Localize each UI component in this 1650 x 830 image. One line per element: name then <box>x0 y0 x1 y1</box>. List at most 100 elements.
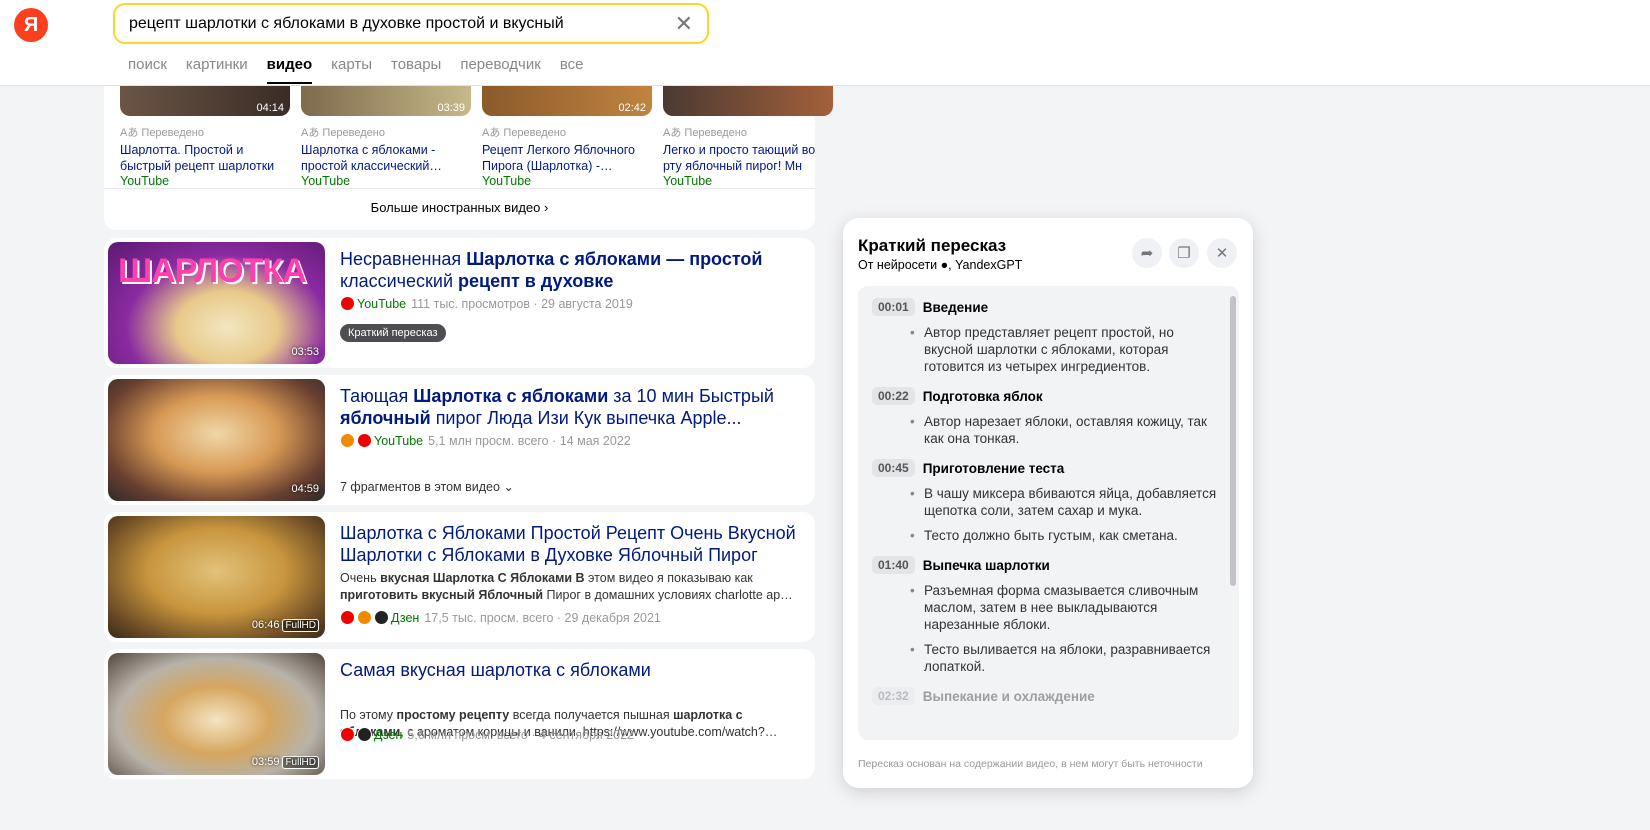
video-thumbnail[interactable]: 02:42 <box>482 86 652 116</box>
video-thumbnail[interactable]: 03:59 FullHD <box>108 653 325 775</box>
video-title[interactable]: Шарлотта. Простой и быстрый рецепт шарло… <box>120 142 290 174</box>
timestamp-button[interactable]: 00:22 <box>872 387 915 405</box>
foreign-video-item[interactable]: 04:14 Aあ Переведено Шарлотта. Простой и бы… <box>120 86 290 188</box>
divider <box>104 188 815 189</box>
result-source[interactable]: Дзен <box>374 728 402 742</box>
tab-0[interactable]: поиск <box>128 56 167 84</box>
text-part: всегда получается пышная <box>509 708 674 722</box>
result-title[interactable]: Самая вкусная шарлотка с яблоками <box>340 659 800 681</box>
text-part: По этому <box>340 708 397 722</box>
translate-icon: Aあ <box>120 127 142 139</box>
channel-icon <box>374 610 389 625</box>
summary-bullet: Тесто должно быть густым, как сметана. <box>910 527 1225 544</box>
translated-text: Переведено <box>684 127 747 139</box>
youtube-icon <box>340 296 355 311</box>
result-source[interactable]: YouTube <box>357 297 406 311</box>
summary-bullet: В чашу миксера вбиваются яйца, добавляет… <box>910 485 1225 519</box>
foreign-video-item[interactable]: 03:39 Aあ Переведено Шарлотка с яблоками - … <box>301 86 471 188</box>
video-thumbnail[interactable] <box>663 86 833 116</box>
text-part: этом видео я показываю как <box>584 571 753 585</box>
foreign-videos-card: Больше иностранных видео › 04:14 Aあ Перев… <box>104 70 833 230</box>
video-thumbnail[interactable]: 04:14 <box>120 86 290 116</box>
video-source: YouTube <box>301 174 351 188</box>
section-title: Выпечка шарлотки <box>922 557 1050 573</box>
close-icon[interactable]: ✕ <box>1207 238 1237 268</box>
video-duration: 04:14 <box>256 102 284 114</box>
section-header: 00:22 Подготовка яблок <box>872 387 1225 405</box>
video-title[interactable]: Легко и просто тающий во рту яблочный пи… <box>663 142 833 174</box>
tab-4[interactable]: товары <box>391 56 441 84</box>
text-part: Пирог в домашних условиях charlotte ap… <box>543 588 793 602</box>
search-tabs: поиск картинки видео карты товары переводчик в… <box>128 56 583 84</box>
youtube-icon <box>340 433 355 448</box>
video-source: YouTube <box>482 174 532 188</box>
timestamp-button[interactable]: 02:32 <box>872 687 915 705</box>
video-title[interactable]: Рецепт Легкого Яблочного Пирога (Шарлотк… <box>482 142 652 174</box>
thumbnail-art: ШАРЛОТКА <box>118 252 307 290</box>
result-source[interactable]: YouTube <box>374 434 423 448</box>
summary-content: 00:01 Введение Автор представляет рецепт п… <box>858 286 1239 740</box>
channel-icon <box>340 727 355 742</box>
summary-button[interactable]: Краткий пересказ <box>340 324 446 342</box>
timestamp-button[interactable]: 00:01 <box>872 298 915 316</box>
highlight: приготовить вкусный Яблочный <box>340 588 544 602</box>
fragments-toggle[interactable]: 7 фрагментов в этом видео ⌄ <box>340 479 514 494</box>
timestamp-button[interactable]: 00:45 <box>872 459 915 477</box>
summary-section: 02:32 Выпекание и охлаждение <box>858 687 1239 705</box>
result-title[interactable]: Шарлотка с Яблоками Простой Рецепт Очень… <box>340 522 800 566</box>
section-title: Выпекание и охлаждение <box>922 688 1095 704</box>
summary-title: Краткий пересказ <box>858 236 1007 255</box>
result-meta: Дзен 5,6 млн просм. всего · 4 сентября 20… <box>340 727 634 742</box>
video-duration-badge: 03:59 FullHD <box>252 756 319 769</box>
text-part: Очень <box>340 571 381 585</box>
timestamp-button[interactable]: 01:40 <box>872 556 915 574</box>
video-thumbnail[interactable]: 03:39 <box>301 86 471 116</box>
translated-text: Переведено <box>503 127 566 139</box>
share-icon[interactable]: ➦ <box>1132 238 1162 268</box>
copy-icon[interactable]: ❐ <box>1169 238 1199 268</box>
yandex-logo[interactable]: Я <box>14 8 48 42</box>
foreign-video-item[interactable]: Aあ Переведено Легко и просто тающий во рт… <box>663 86 833 188</box>
video-thumbnail[interactable]: 06:46 FullHD <box>108 516 325 638</box>
summary-section: 00:22 Подготовка яблок Автор нарезает ябло… <box>858 387 1239 447</box>
section-title: Приготовление теста <box>922 460 1065 476</box>
search-result: 06:46 FullHD Шарлотка с Яблоками Простой Р… <box>104 512 815 642</box>
highlight: Шарлотка с яблоками — простой <box>466 249 763 269</box>
text-part: за 10 мин Быстрый <box>608 386 774 406</box>
text-part: пирог Люда Изи Кук выпечка Apple... <box>430 408 742 428</box>
more-foreign-videos-link[interactable]: Больше иностранных видео › <box>104 200 815 215</box>
summary-bullet: Тесто выливается на яблоки, разравнивает… <box>910 641 1225 675</box>
result-snippet: Очень вкусная Шарлотка С Яблоками В этом… <box>340 570 800 604</box>
translated-label: Aあ Переведено <box>663 124 833 140</box>
summary-bullet: Разъемная форма смазывается сливочным ма… <box>910 582 1225 633</box>
tab-6[interactable]: все <box>560 56 584 84</box>
clear-icon[interactable]: ✕ <box>675 11 693 37</box>
search-input[interactable] <box>129 14 675 33</box>
tab-3[interactable]: карты <box>331 56 372 84</box>
text-part: Тающая <box>340 386 414 406</box>
tab-2[interactable]: видео <box>266 56 313 84</box>
channel-icon <box>357 610 372 625</box>
video-title[interactable]: Шарлотка с яблоками - простой классическ… <box>301 142 471 174</box>
tab-1[interactable]: картинки <box>186 56 248 84</box>
video-thumbnail[interactable]: ШАРЛОТКА 03:53 <box>108 242 325 364</box>
summary-subtitle: От нейросети ●, YandexGPT <box>858 258 1023 272</box>
translate-icon: Aあ <box>301 127 323 139</box>
result-title[interactable]: Тающая Шарлотка с яблоками за 10 мин Быс… <box>340 385 800 429</box>
section-header: 00:01 Введение <box>872 298 1225 316</box>
video-source: YouTube <box>663 174 713 188</box>
translated-label: Aあ Переведено <box>301 124 471 140</box>
video-thumbnail[interactable]: 04:59 <box>108 379 325 501</box>
tab-5[interactable]: переводчик <box>460 56 540 84</box>
foreign-video-item[interactable]: 02:42 Aあ Переведено Рецепт Легкого Яблочно… <box>482 86 652 188</box>
summary-section: 01:40 Выпечка шарлотки Разъемная форма сма… <box>858 556 1239 675</box>
result-source[interactable]: Дзен <box>391 611 419 625</box>
section-header: 01:40 Выпечка шарлотки <box>872 556 1225 574</box>
result-title[interactable]: Несравненная Шарлотка с яблоками — прост… <box>340 248 800 292</box>
duration: 06:46 <box>251 619 280 631</box>
section-header: 00:45 Приготовление теста <box>872 459 1225 477</box>
video-duration: 03:39 <box>437 102 465 114</box>
scrollbar[interactable] <box>1230 296 1236 586</box>
section-header: 02:32 Выпекание и охлаждение <box>872 687 1225 705</box>
video-duration-badge: 04:59 <box>291 483 319 495</box>
